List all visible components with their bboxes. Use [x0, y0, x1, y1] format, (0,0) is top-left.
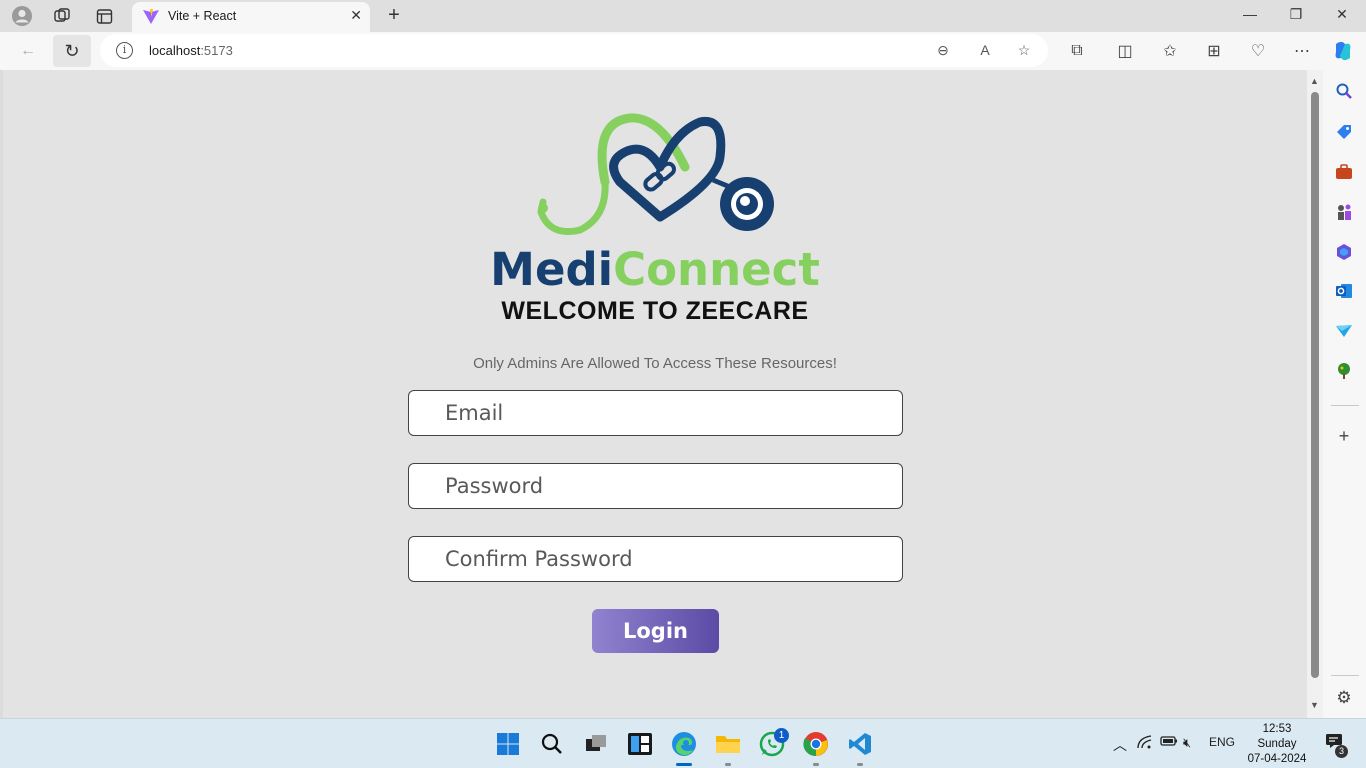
zoom-out-icon[interactable]: ⊖	[933, 42, 953, 59]
url-text[interactable]: localhost:5173	[149, 43, 233, 58]
microsoft-365-icon[interactable]	[1335, 243, 1353, 261]
show-hidden-icons[interactable]: ︿	[1113, 735, 1127, 755]
taskbar: 1 ︿ 🔇︎ ENG 12:53 Sunday 07-04-2024 3	[0, 718, 1366, 768]
page-scrollbar[interactable]: ▲ ▼	[1307, 70, 1323, 718]
close-window-icon[interactable]: ✕	[1330, 6, 1354, 23]
title-bar: Vite + React ✕ + — ❐ ✕	[0, 0, 1366, 32]
edge-icon[interactable]	[669, 729, 699, 759]
favorites-icon[interactable]: ✩	[1158, 39, 1182, 63]
tab-title: Vite + React	[168, 9, 237, 23]
edge-sidebar: + ⚙	[1323, 70, 1366, 718]
network-icon[interactable]	[1137, 735, 1153, 752]
mediconnect-logo	[537, 113, 774, 235]
email-field[interactable]	[408, 390, 903, 436]
welcome-heading: WELCOME TO ZEECARE	[501, 297, 809, 325]
language-indicator[interactable]: ENG	[1209, 735, 1235, 749]
add-icon[interactable]: +	[1335, 427, 1353, 445]
shopping-icon[interactable]	[1335, 123, 1353, 141]
send-icon[interactable]	[1335, 322, 1353, 340]
confirm-password-field[interactable]	[408, 536, 903, 582]
address-bar[interactable]: i localhost:5173 ⊖ A ☆	[100, 34, 1048, 67]
sidebar-divider	[1331, 405, 1359, 406]
file-explorer-icon[interactable]	[713, 729, 743, 759]
url-host: localhost	[149, 43, 201, 58]
volume-muted-icon[interactable]: 🔇︎	[1183, 735, 1191, 751]
sidebar-divider	[1331, 675, 1359, 676]
copilot-icon[interactable]	[1331, 39, 1355, 63]
search-icon[interactable]	[1335, 82, 1353, 100]
restore-icon[interactable]: ❐	[1284, 6, 1308, 23]
tab-actions-icon[interactable]	[92, 4, 116, 28]
running-app-indicator	[813, 763, 819, 766]
whatsapp-badge: 1	[774, 728, 789, 743]
active-app-indicator	[676, 763, 692, 766]
vscode-icon[interactable]	[845, 729, 875, 759]
more-icon[interactable]: ⋯	[1290, 39, 1314, 63]
battery-icon[interactable]	[1160, 735, 1178, 750]
password-field[interactable]	[408, 463, 903, 509]
widgets-icon[interactable]	[625, 729, 655, 759]
read-aloud-icon[interactable]: A	[975, 42, 995, 58]
scroll-down-icon[interactable]: ▼	[1310, 700, 1319, 710]
favorite-icon[interactable]: ☆	[1014, 42, 1034, 59]
browser-toolbar: ← ↻ i localhost:5173 ⊖ A ☆ ⧉ ◫ ✩ ⊞ ♡ ⋯	[0, 32, 1366, 70]
close-tab-icon[interactable]: ✕	[350, 7, 362, 24]
clock-time: 12:53	[1262, 723, 1292, 735]
outlook-icon[interactable]	[1335, 282, 1353, 300]
extensions-icon[interactable]: ⧉	[1065, 39, 1089, 63]
new-tab-icon[interactable]: +	[382, 4, 406, 27]
browser-essentials-icon[interactable]: ♡	[1246, 39, 1270, 63]
info-icon[interactable]: i	[116, 42, 133, 59]
admin-notice: Only Admins Are Allowed To Access These …	[473, 355, 837, 372]
settings-icon[interactable]: ⚙	[1335, 689, 1353, 707]
clock-day: Sunday	[1257, 738, 1297, 750]
back-icon[interactable]: ←	[16, 39, 40, 63]
scroll-up-icon[interactable]: ▲	[1310, 76, 1319, 86]
search-taskbar-icon[interactable]	[537, 729, 567, 759]
clock[interactable]: 12:53 Sunday 07-04-2024	[1245, 722, 1309, 767]
start-icon[interactable]	[493, 729, 523, 759]
brand-part-connect: Connect	[613, 243, 820, 296]
vite-icon	[143, 9, 159, 24]
tree-icon[interactable]	[1335, 362, 1353, 380]
running-app-indicator	[857, 763, 863, 766]
scroll-thumb[interactable]	[1311, 92, 1319, 678]
refresh-icon[interactable]: ↻	[53, 35, 91, 67]
minimize-icon[interactable]: —	[1238, 6, 1262, 22]
chrome-icon[interactable]	[801, 729, 831, 759]
workspaces-icon[interactable]	[50, 4, 74, 28]
browser-tab[interactable]: Vite + React ✕	[132, 2, 370, 32]
url-port: :5173	[200, 43, 233, 58]
brand-name: MediConnect	[0, 243, 1310, 296]
profile-icon[interactable]	[10, 4, 34, 28]
split-screen-icon[interactable]: ◫	[1113, 39, 1137, 63]
clock-date: 07-04-2024	[1247, 753, 1307, 765]
running-app-indicator	[725, 763, 731, 766]
collections-icon[interactable]: ⊞	[1202, 39, 1226, 63]
games-icon[interactable]	[1335, 203, 1353, 221]
brand-part-medi: Medi	[490, 243, 614, 296]
notification-badge: 3	[1335, 745, 1348, 758]
task-view-icon[interactable]	[581, 729, 611, 759]
tools-icon[interactable]	[1335, 163, 1353, 181]
login-button[interactable]: Login	[592, 609, 719, 653]
